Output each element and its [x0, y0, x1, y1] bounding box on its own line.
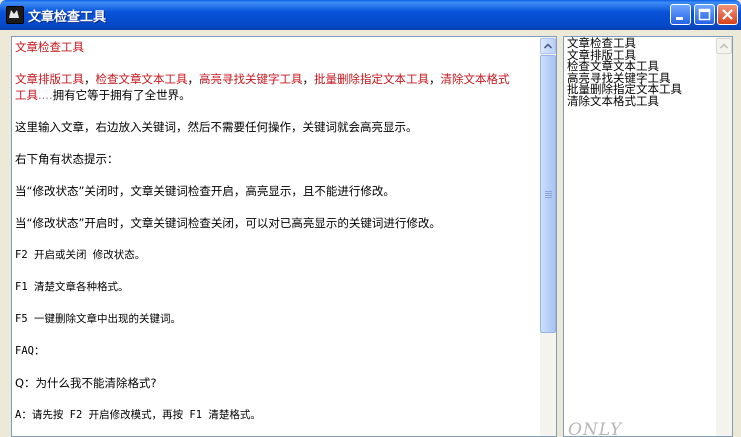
- paragraph: 当“修改状态”关闭时，文章关键词检查开启，高亮显示，且不能进行修改。: [15, 184, 395, 198]
- article-editor[interactable]: 文章检查工具 文章排版工具，检查文章文本工具，高亮寻找关键字工具，批量删除指定文…: [11, 36, 557, 437]
- keywords-line: 文章排版工具，检查文章文本工具，高亮寻找关键字工具，批量删除指定文本工具，清除文…: [15, 72, 510, 102]
- app-window: 文章检查工具 文章检查工具 文章排版工具，检查文章文本工具，高亮寻找关键字工具，…: [0, 0, 741, 437]
- chevron-up-icon: [720, 43, 728, 49]
- ellipsis: ....: [38, 88, 53, 102]
- maximize-button[interactable]: [694, 4, 715, 25]
- keyword-highlight: 高亮寻找关键字工具: [199, 72, 303, 86]
- keywords-scrollbar[interactable]: [716, 37, 732, 436]
- keyword-highlight: 检查文章文本工具: [95, 72, 188, 86]
- paragraph: F1 清楚文章各种格式。: [15, 281, 129, 293]
- scroll-up-button[interactable]: [540, 38, 556, 54]
- title-bar[interactable]: 文章检查工具: [0, 0, 741, 30]
- minimize-button[interactable]: [670, 4, 691, 25]
- paragraph: 当“修改状态”开启时，文章关键词检查关闭，可以对已高亮显示的关键词进行修改。: [15, 216, 441, 230]
- keywords-panel[interactable]: 文章检查工具 文章排版工具 检查文章文本工具 高亮寻找关键字工具 批量删除指定文…: [563, 36, 733, 437]
- paragraph: FAQ：: [15, 345, 45, 357]
- thumb-grip: [545, 191, 552, 192]
- close-button[interactable]: [717, 4, 738, 25]
- keywords-list[interactable]: 文章检查工具 文章排版工具 检查文章文本工具 高亮寻找关键字工具 批量删除指定文…: [567, 37, 682, 108]
- scroll-up-button[interactable]: [716, 38, 732, 54]
- thumb-grip: [545, 193, 552, 194]
- paragraph: F5 一键删除文章中出现的关键词。: [15, 313, 181, 325]
- app-logo-icon: [6, 6, 24, 24]
- thumb-grip: [545, 195, 552, 196]
- window-title: 文章检查工具: [28, 10, 107, 25]
- paragraph: 这里输入文章，右边放入关键词，然后不需要任何操作，关键词就会高亮显示。: [15, 120, 418, 134]
- keyword-item[interactable]: 清除文本格式工具: [567, 95, 682, 108]
- article-heading: 文章检查工具: [15, 40, 84, 54]
- thumb-grip: [545, 197, 552, 198]
- paragraph: A：请先按 F2 开启修改模式，再按 F1 清楚格式。: [15, 409, 261, 421]
- keyword-highlight: 批量删除指定文本工具: [314, 72, 429, 86]
- paragraph: 右下角有状态提示：: [15, 152, 119, 166]
- keywords-tail: 拥有它等于拥有了全世界。: [52, 88, 191, 102]
- paragraph: F2 开启或关闭 修改状态。: [15, 249, 146, 261]
- keyword-highlight: 文章排版工具: [15, 72, 84, 86]
- chevron-up-icon: [544, 43, 552, 49]
- keyword-highlight: 工具: [15, 88, 38, 102]
- article-text[interactable]: 文章检查工具 文章排版工具，检查文章文本工具，高亮寻找关键字工具，批量删除指定文…: [15, 39, 537, 436]
- paragraph: Q：为什么我不能清除格式?: [15, 376, 157, 390]
- editor-scrollbar[interactable]: [540, 37, 556, 436]
- only-watermark-logo: ONLY: [568, 420, 623, 437]
- keyword-highlight: 清除文本格式: [440, 72, 510, 86]
- scroll-thumb[interactable]: [540, 55, 556, 333]
